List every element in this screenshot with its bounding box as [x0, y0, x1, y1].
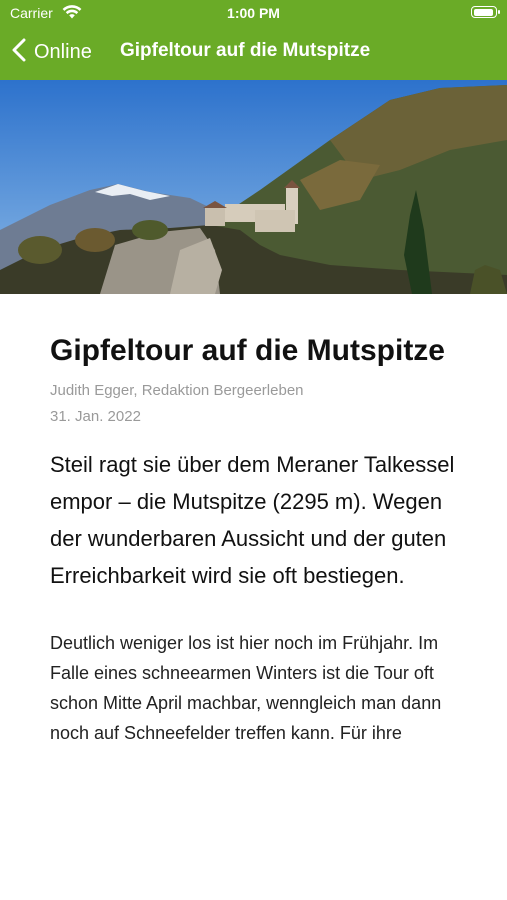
clock: 1:00 PM [227, 5, 280, 21]
hero-image [0, 80, 507, 294]
article-author: Judith Egger, Redaktion Bergeerleben [50, 382, 304, 399]
battery-icon [471, 6, 500, 18]
article-lead: Steil ragt sie über dem Meraner Talkesse… [50, 452, 455, 588]
back-button[interactable]: Online [12, 38, 92, 67]
article-date: 31. Jan. 2022 [50, 408, 141, 425]
back-label: Online [34, 41, 92, 63]
top-bar: Carrier 1:00 PM Online Gipfeltour auf di… [0, 0, 507, 80]
chevron-left-icon [12, 38, 26, 67]
status-bar: Carrier 1:00 PM [0, 0, 507, 28]
navigation-bar: Online Gipfeltour auf die Mutspitze [0, 30, 507, 74]
nav-title: Gipfeltour auf die Mutspitze [120, 40, 371, 61]
article: Gipfeltour auf die Mutspitze Judith Egge… [0, 328, 507, 748]
article-title: Gipfeltour auf die Mutspitze [50, 334, 445, 367]
article-body: Deutlich weniger los ist hier noch im Fr… [50, 633, 442, 743]
